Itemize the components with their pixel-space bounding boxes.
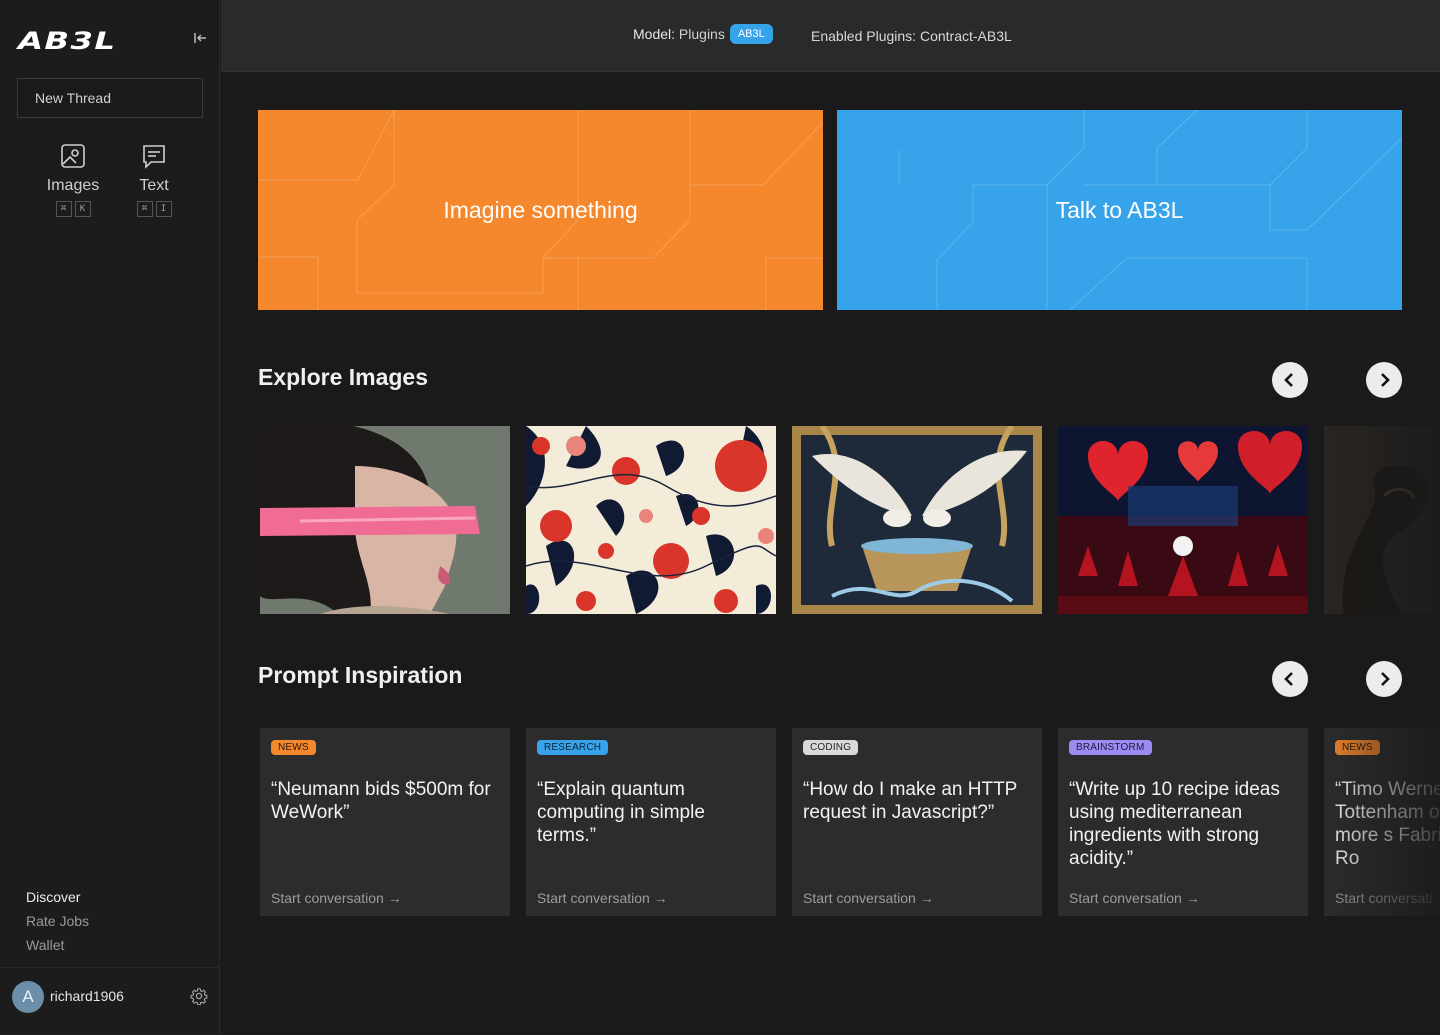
start-conversation-link[interactable]: Start conversati	[1335, 890, 1432, 906]
tag-badge: CODING	[803, 740, 859, 755]
model-badge: AB3L	[729, 24, 773, 44]
start-conversation-link[interactable]: Start conversation →	[803, 890, 934, 906]
explore-next-button[interactable]	[1366, 362, 1402, 398]
chevron-right-icon	[1381, 373, 1390, 387]
prompt-text: “Explain quantum computing in simple ter…	[537, 779, 705, 846]
imagine-something-card[interactable]: Imagine something	[258, 110, 823, 310]
images-shortcut: ⌘ K	[55, 201, 91, 217]
mode-images[interactable]: Images ⌘ K	[38, 143, 108, 217]
text-shortcut: ⌘ I	[136, 201, 172, 217]
image-tile-hearts-stage[interactable]	[1058, 426, 1308, 614]
image-tile-floral-pattern[interactable]	[526, 426, 776, 614]
new-thread-button[interactable]: New Thread	[17, 78, 203, 118]
k-key: K	[74, 201, 91, 217]
model-selector[interactable]: Model: Plugins AB3L	[633, 24, 773, 44]
prompt-card-coding[interactable]: CODING “How do I make an HTTP request in…	[792, 728, 1042, 916]
chevron-right-icon	[1381, 672, 1390, 686]
chevron-left-icon	[1284, 373, 1293, 387]
collapse-sidebar-icon[interactable]	[190, 28, 210, 48]
prompt-card-news[interactable]: NEWS “Neumann bids $500m for WeWork” Sta…	[260, 728, 510, 916]
discover-nav: Discover Rate Jobs Wallet	[26, 888, 89, 960]
prompt-card-brainstorm[interactable]: BRAINSTORM “Write up 10 recipe ideas usi…	[1058, 728, 1308, 916]
image-icon	[61, 144, 85, 168]
talk-to-ab3l-card[interactable]: Talk to AB3L	[837, 110, 1402, 310]
explore-images-title: Explore Images	[258, 364, 429, 390]
talk-to-ab3l-label: Talk to AB3L	[1055, 196, 1184, 223]
prompt-text: “Neumann bids $500m for WeWork”	[271, 779, 491, 823]
prompts-next-button[interactable]	[1366, 661, 1402, 697]
cmd-key: ⌘	[55, 201, 72, 217]
enabled-plugins[interactable]: Enabled Plugins: Contract-AB3L	[811, 28, 1012, 44]
nav-item-discover[interactable]: Discover	[26, 888, 89, 912]
tag-badge: RESEARCH	[537, 740, 609, 755]
mode-images-label: Images	[46, 177, 100, 194]
prompt-card-research[interactable]: RESEARCH “Explain quantum computing in s…	[526, 728, 776, 916]
user-bar: A richard1906	[0, 967, 220, 1035]
i-key: I	[155, 201, 172, 217]
message-icon	[143, 145, 165, 169]
sidebar: AB3L New Thread Images ⌘ K Text ⌘ I Disc…	[0, 0, 220, 1035]
tag-badge: NEWS	[1335, 740, 1380, 755]
prompts-prev-button[interactable]	[1272, 661, 1308, 697]
tag-badge: BRAINSTORM	[1069, 740, 1152, 755]
prompt-text: “How do I make an HTTP request in Javasc…	[803, 779, 1018, 823]
tag-badge: NEWS	[271, 740, 316, 755]
image-tile-dark-dragon[interactable]	[1324, 426, 1440, 614]
mode-text-label: Text	[139, 177, 169, 194]
start-conversation-link[interactable]: Start conversation →	[271, 890, 402, 906]
app-logo[interactable]: AB3L	[18, 27, 116, 55]
prompt-text: “Write up 10 recipe ideas using mediterr…	[1069, 779, 1280, 869]
imagine-something-label: Imagine something	[443, 196, 638, 223]
prompt-text: “Timo Werner at Tottenham one more s Fab…	[1335, 779, 1440, 869]
start-conversation-link[interactable]: Start conversation →	[537, 890, 668, 906]
chevron-left-icon	[1284, 672, 1293, 686]
gear-icon[interactable]	[190, 987, 210, 1007]
prompt-card-news-2[interactable]: NEWS “Timo Werner at Tottenham one more …	[1324, 728, 1440, 916]
model-prefix: Model:	[633, 26, 676, 42]
topbar: Model: Plugins AB3L Enabled Plugins: Con…	[221, 0, 1440, 72]
explore-prev-button[interactable]	[1272, 362, 1308, 398]
nav-item-wallet[interactable]: Wallet	[26, 936, 89, 960]
nav-item-rate-jobs[interactable]: Rate Jobs	[26, 912, 89, 936]
image-tile-woman-blindfold[interactable]	[260, 426, 510, 614]
username[interactable]: richard1906	[50, 988, 124, 1004]
image-tile-doves-fountain[interactable]	[792, 426, 1042, 614]
model-name: Plugins	[678, 26, 725, 42]
prompt-inspiration-title: Prompt Inspiration	[258, 662, 463, 688]
cmd-key: ⌘	[136, 201, 153, 217]
mode-text[interactable]: Text ⌘ I	[119, 143, 189, 217]
start-conversation-link[interactable]: Start conversation →	[1069, 890, 1200, 906]
avatar[interactable]: A	[12, 981, 44, 1013]
